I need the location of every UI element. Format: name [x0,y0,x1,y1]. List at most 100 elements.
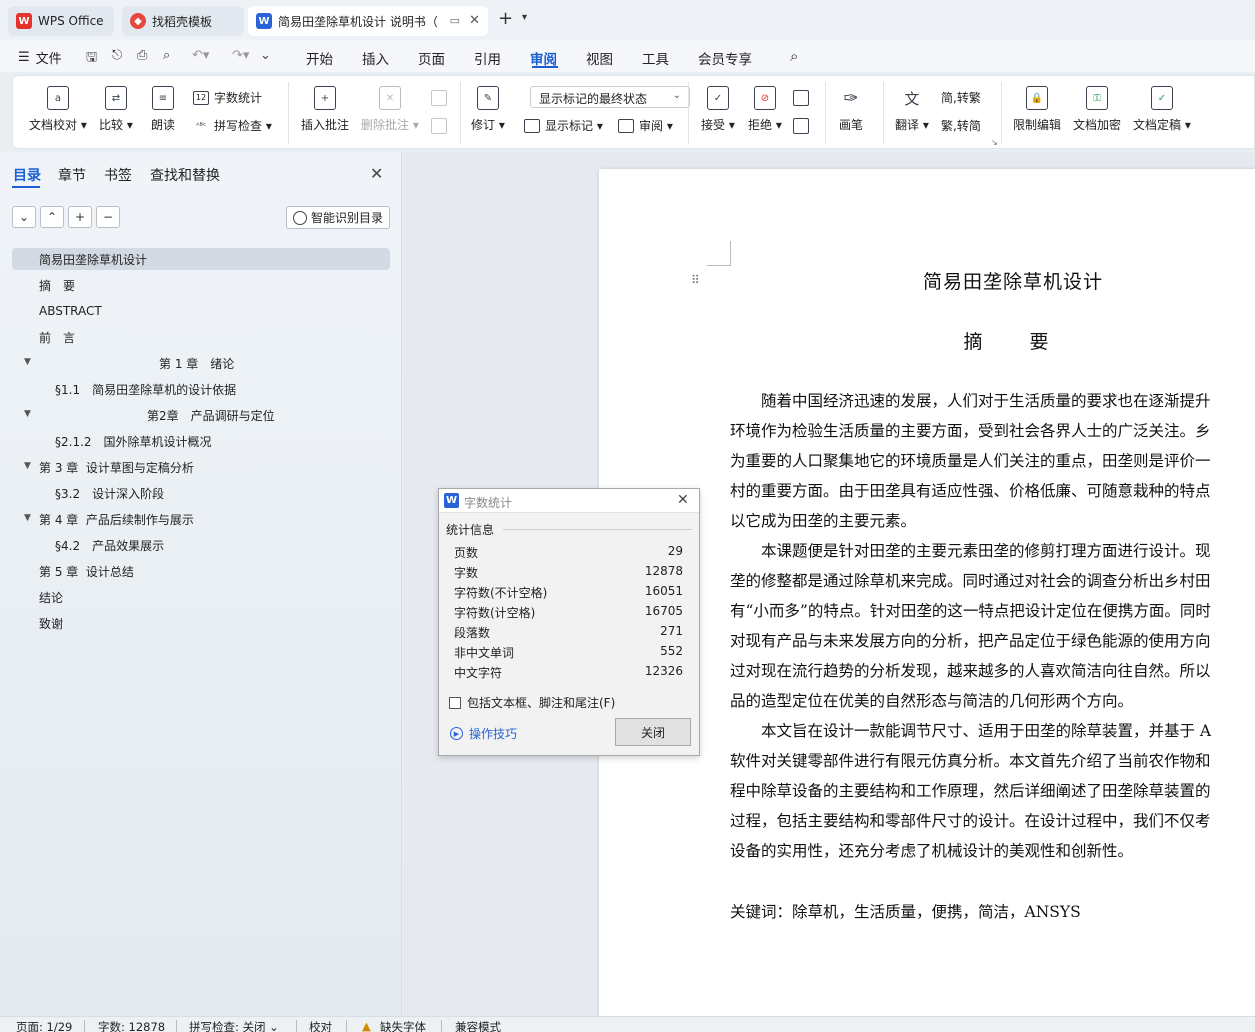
expand-arrow-icon[interactable]: ▼ [24,513,31,523]
encrypt-button[interactable]: ⚿ 文档加密 [1073,86,1121,133]
expand-arrow-icon[interactable]: ▼ [24,357,31,367]
toc-item[interactable]: 摘 要 [39,274,75,296]
spell-check-button[interactable]: ᴬᴮᶜ 拼写检查 ▾ [193,117,272,134]
next-change-icon[interactable] [793,118,809,134]
toc-item[interactable]: §1.1 简易田垄除草机的设计依据 [55,378,236,400]
paragraph-line: 对现有产品与未来发展方向的分析，把产品定位于绿色能源的使用方向 [730,632,1211,650]
reject-button[interactable]: ⊘ 拒绝 ▾ [748,86,782,133]
menu-references[interactable]: 引用 [474,48,501,68]
paragraph-line: 以它成为田垄的主要元素。 [730,512,917,530]
tab-find-replace[interactable]: 查找和替换 [150,165,220,185]
print-preview-icon[interactable]: ⌕ [163,48,170,63]
close-icon[interactable]: ✕ [469,13,480,28]
close-icon[interactable]: ✕ [677,492,689,508]
toc-item[interactable]: §3.2 设计深入阶段 [55,482,164,504]
toc-item[interactable]: 前 言 [39,326,75,348]
menu-start[interactable]: 开始 [306,48,333,68]
add-heading-button[interactable]: + [68,206,92,228]
close-button[interactable]: 关闭 [615,718,691,746]
review-pane-button[interactable]: 审阅 ▾ [618,117,673,134]
close-icon[interactable]: ✕ [370,164,383,183]
toc-item[interactable]: 第 3 章 设计草图与定稿分析 [39,456,194,478]
to-simplified-label: 繁,转简 [941,119,981,133]
tab-bookmarks[interactable]: 书签 [104,165,132,185]
menu-review[interactable]: 审阅 [530,48,557,68]
chevron-down-icon[interactable]: ▾ [522,12,527,23]
previous-comment-icon[interactable] [431,90,447,106]
word-count-dialog: W 字数统计 ✕ 统计信息 页数 29 字数 12878 字符数(不计空格) 1… [438,488,700,756]
to-simplified-button[interactable]: 繁,转简 [941,117,981,134]
restrict-editing-button[interactable]: 🔒 限制编辑 [1013,86,1061,133]
tab-templates[interactable]: ◆ 找稻壳模板 [122,6,244,36]
ink-button[interactable]: ✑ 画笔 [839,86,863,133]
spell-check-status[interactable]: 拼写检查: 关闭 ⌄ [189,1019,279,1032]
toc-item[interactable]: 致谢 [39,612,63,634]
toc-item[interactable]: 结论 [39,586,63,608]
show-markup-button[interactable]: 显示标记 ▾ [524,117,603,134]
new-tab-button[interactable]: + [498,10,513,28]
spell-check-label: 拼写检查 ▾ [214,119,272,133]
accept-button[interactable]: ✓ 接受 ▾ [701,86,735,133]
stat-value: 29 [667,544,683,558]
menu-member[interactable]: 会员专享 [698,48,752,68]
menu-page[interactable]: 页面 [418,48,445,68]
to-traditional-button[interactable]: 简,转繁 [941,89,981,106]
paragraph-line: 环境作为检验生活质量的主要方面，受到社会各界人士的广泛关注。乡 [730,422,1211,440]
word-count-indicator[interactable]: 字数: 12878 [98,1019,165,1032]
missing-font-status[interactable]: 缺失字体 [380,1019,426,1032]
collapse-button[interactable]: ⌄ [12,206,36,228]
file-menu-button[interactable]: ☰ 文件 [18,48,62,67]
print-icon[interactable]: ⎙ [137,48,147,63]
remove-heading-button[interactable]: − [96,206,120,228]
toc-item[interactable]: §2.1.2 国外除草机设计概况 [55,430,212,452]
toc-item[interactable]: 第 5 章 设计总结 [39,560,134,582]
tab-toc[interactable]: 目录 [13,165,41,185]
tab-wps-office[interactable]: W WPS Office [8,6,114,36]
toc-item[interactable]: §4.2 产品效果展示 [55,534,164,556]
markup-state-select[interactable]: 显示标记的最终状态 ⌄ [530,86,690,108]
tips-link[interactable]: ▶ 操作技巧 [450,725,517,742]
toc-item[interactable]: 简易田垄除草机设计 [12,248,390,270]
menu-insert[interactable]: 插入 [362,48,389,68]
search-icon[interactable]: ⌕ [790,47,798,65]
read-aloud-button[interactable]: ≡ 朗读 [151,86,175,133]
customize-toolbar-icon[interactable]: ⌄ [260,48,271,63]
next-comment-icon[interactable] [431,118,447,134]
track-changes-button[interactable]: ✎ 修订 ▾ [471,86,505,133]
promote-button[interactable]: ⌃ [40,206,64,228]
proofread-button[interactable]: a 文档校对 ▾ [29,86,87,133]
menu-tools[interactable]: 工具 [642,48,669,68]
toc-item[interactable]: 第2章 产品调研与定位 [147,404,275,426]
expand-arrow-icon[interactable]: ▼ [24,461,31,471]
tab-document[interactable]: W 简易田垄除草机设计 说明书（ ▭ ✕ [248,6,488,36]
share-icon[interactable]: ⎋ [112,48,122,63]
stat-label: 段落数 [454,626,491,640]
compare-button[interactable]: ⇄ 比较 ▾ [99,86,133,133]
proofread-status[interactable]: 校对 [309,1019,332,1032]
expand-group-icon[interactable]: ↘ [991,138,998,147]
page-indicator[interactable]: 页面: 1/29 [16,1019,72,1032]
word-count-button[interactable]: 12 字数统计 [193,89,262,106]
smart-toc-button[interactable]: 智能识别目录 [286,206,390,229]
expand-arrow-icon[interactable]: ▼ [24,409,31,419]
previous-change-icon[interactable] [793,90,809,106]
monitor-icon[interactable]: ▭ [450,14,460,27]
insert-comment-button[interactable]: + 插入批注 [301,86,349,133]
toc-item[interactable]: 第 4 章 产品后续制作与展示 [39,508,194,530]
translate-button[interactable]: 文 翻译 ▾ [895,86,929,133]
tab-sections[interactable]: 章节 [58,165,86,185]
delete-comment-button[interactable]: ✕ 删除批注 ▾ [361,86,419,133]
abstract-heading: 摘 要 [963,331,1063,353]
toc-item[interactable]: 第 1 章 绪论 [159,352,234,374]
save-icon[interactable]: 🖫 [86,48,97,70]
finalize-button[interactable]: ✓ 文档定稿 ▾ [1133,86,1191,133]
dialog-titlebar[interactable]: W 字数统计 ✕ [439,489,699,513]
redo-icon[interactable]: ↷▾ [232,48,249,63]
toc-item[interactable]: ABSTRACT [39,300,102,322]
encrypt-icon: ⚿ [1086,86,1108,110]
paragraph-line: 本课题便是针对田垄的主要元素田垄的修剪打理方面进行设计。现 [730,542,1211,560]
separator [688,82,689,144]
menu-view[interactable]: 视图 [586,48,613,68]
include-textboxes-checkbox[interactable]: 包括文本框、脚注和尾注(F) [449,694,615,711]
undo-icon[interactable]: ↶▾ [192,48,209,63]
